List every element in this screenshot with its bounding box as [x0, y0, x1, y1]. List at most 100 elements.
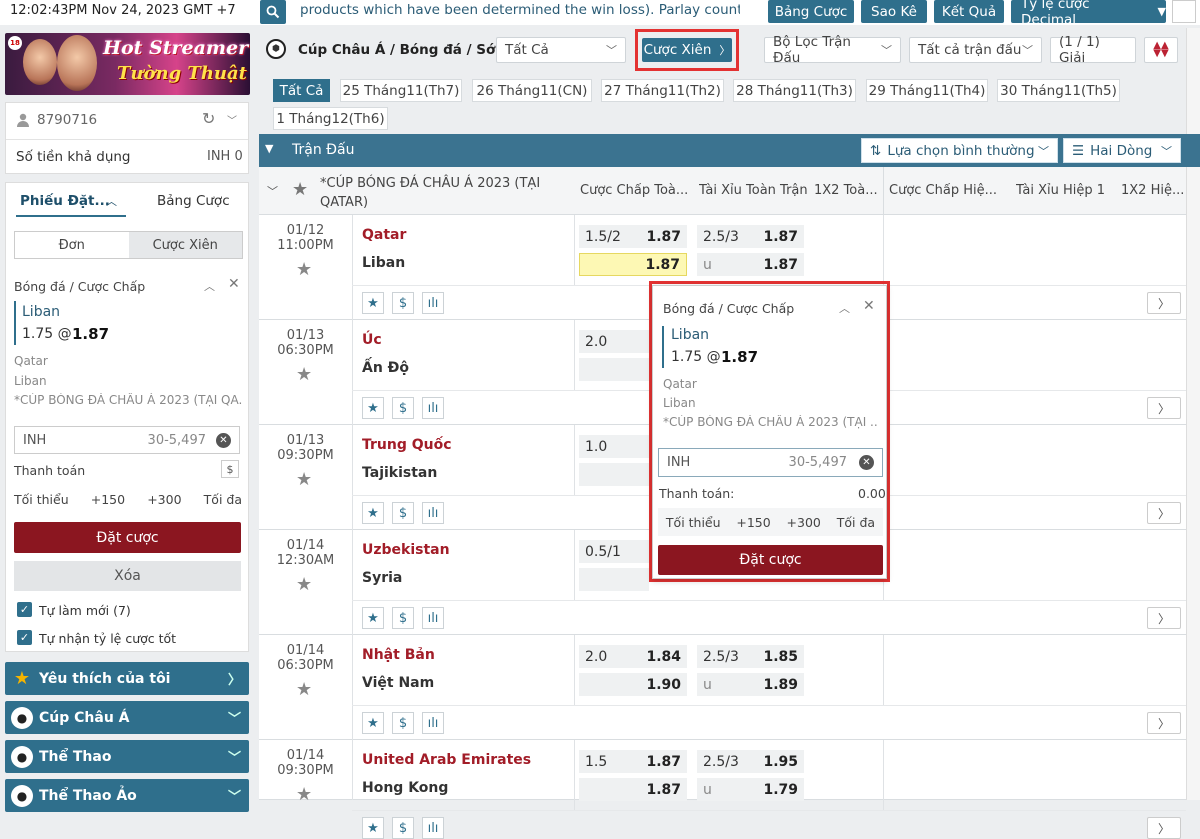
view-mode-dropdown[interactable]: ⇅ Lựa chọn bình thường ﹀: [861, 138, 1058, 163]
more-markets-button[interactable]: 〉: [1147, 712, 1181, 734]
star-icon[interactable]: ★: [292, 179, 308, 200]
bet-info-button[interactable]: $: [392, 712, 414, 734]
stats-button[interactable]: ılı: [422, 502, 444, 524]
star-icon[interactable]: ★: [296, 469, 312, 490]
bet-info-button[interactable]: $: [392, 502, 414, 524]
promo-banner[interactable]: 18 Hot Streamer Tường Thuật: [5, 33, 250, 95]
date-tab-nov30[interactable]: 30 Tháng11(Th5): [997, 79, 1120, 102]
more-markets-button[interactable]: 〉: [1147, 502, 1181, 524]
accept-better-odds-checkbox[interactable]: ✓: [17, 630, 32, 645]
odd-handicap-away[interactable]: 1.90: [579, 673, 687, 696]
chevron-up-icon[interactable]: ︿: [106, 193, 117, 209]
odd-under[interactable]: u 1.89: [697, 673, 804, 696]
odd-handicap-home[interactable]: 2.0: [579, 330, 649, 353]
favorite-star-button[interactable]: ★: [362, 502, 384, 524]
search-button[interactable]: [260, 0, 286, 24]
single-bet-toggle[interactable]: Đơn: [15, 232, 129, 258]
odd-handicap-away[interactable]: 1.87: [579, 778, 687, 801]
star-icon[interactable]: ★: [296, 259, 312, 280]
clear-button[interactable]: Xóa: [14, 561, 241, 591]
date-tab-nov27[interactable]: 27 Tháng11(Th2): [601, 79, 724, 102]
tab-bet-slip[interactable]: Phiếu Đặt...: [20, 193, 110, 209]
nav-asian-cup[interactable]: ● Cúp Châu Á ﹀: [5, 701, 249, 734]
nav-virtual-sports[interactable]: ● Thể Thao Ảo ﹀: [5, 779, 249, 812]
auto-refresh-checkbox[interactable]: ✓: [17, 602, 32, 617]
more-markets-button[interactable]: 〉: [1147, 607, 1181, 629]
chevron-up-icon[interactable]: ︿: [839, 300, 850, 316]
odd-handicap-away[interactable]: [579, 463, 649, 486]
popup-quick-stake-min[interactable]: Tối thiểu: [666, 515, 721, 530]
clear-input-icon[interactable]: ✕: [216, 432, 231, 448]
stats-button[interactable]: ılı: [422, 397, 444, 419]
favorite-star-button[interactable]: ★: [362, 712, 384, 734]
odd-handicap-home[interactable]: 1.5 1.87: [579, 750, 687, 773]
market-filter-dropdown[interactable]: Tất Cả ﹀: [496, 37, 626, 63]
bet-list-button[interactable]: Bảng Cược: [768, 0, 854, 23]
stats-button[interactable]: ılı: [422, 607, 444, 629]
popup-quick-stake-150[interactable]: +150: [736, 515, 770, 530]
more-markets-button[interactable]: 〉: [1147, 292, 1181, 314]
date-tab-all[interactable]: Tất Cả: [273, 79, 330, 102]
favorite-star-button[interactable]: ★: [362, 607, 384, 629]
date-tab-nov28[interactable]: 28 Tháng11(Th3): [733, 79, 856, 102]
bet-info-button[interactable]: $: [392, 292, 414, 314]
parlay-bet-toggle[interactable]: Cược Xiên: [128, 232, 242, 258]
favorite-star-button[interactable]: ★: [362, 817, 384, 839]
favorite-star-button[interactable]: ★: [362, 397, 384, 419]
refresh-icon[interactable]: ↻: [202, 109, 215, 128]
odd-under[interactable]: u 1.79: [697, 778, 804, 801]
match-filter-dropdown[interactable]: Bộ Lọc Trận Đấu ﹀: [764, 34, 901, 66]
date-tab-nov25[interactable]: 25 Tháng11(Th7): [340, 79, 462, 102]
place-bet-button[interactable]: Đặt cược: [14, 522, 241, 553]
close-icon[interactable]: ✕: [228, 276, 240, 292]
close-icon[interactable]: ✕: [863, 298, 875, 314]
star-icon[interactable]: ★: [296, 784, 312, 805]
odd-handicap-home[interactable]: 0.5/1: [579, 540, 649, 563]
star-icon[interactable]: ★: [296, 679, 312, 700]
quick-stake-max[interactable]: Tối đa: [204, 492, 242, 507]
popup-stake-input[interactable]: INH 30-5,497 ✕: [658, 448, 883, 477]
quick-stake-300[interactable]: +300: [147, 492, 181, 507]
more-markets-button[interactable]: 〉: [1147, 397, 1181, 419]
popup-place-bet-button[interactable]: Đặt cược: [658, 545, 883, 575]
date-tab-dec1[interactable]: 1 Tháng12(Th6): [273, 107, 388, 130]
chevron-up-icon[interactable]: ︿: [204, 278, 215, 294]
stats-button[interactable]: ılı: [422, 712, 444, 734]
odd-handicap-away[interactable]: [579, 358, 649, 381]
quick-stake-150[interactable]: +150: [91, 492, 125, 507]
date-tab-nov26[interactable]: 26 Tháng11(CN): [472, 79, 592, 102]
bet-info-button[interactable]: $: [392, 607, 414, 629]
star-icon[interactable]: ★: [296, 364, 312, 385]
odd-over[interactable]: 2.5/3 1.95: [697, 750, 804, 773]
favorite-star-button[interactable]: ★: [362, 292, 384, 314]
odd-handicap-home[interactable]: 2.0 1.84: [579, 645, 687, 668]
bet-info-button[interactable]: $: [392, 397, 414, 419]
chevron-down-icon[interactable]: ▼: [265, 142, 273, 155]
sort-button[interactable]: ▲▲ ▼▼: [1144, 37, 1178, 63]
parlay-button[interactable]: Cược Xiên 〉: [642, 38, 732, 62]
nav-favorites[interactable]: ★ Yêu thích của tôi 〉: [5, 662, 249, 695]
chevron-down-icon[interactable]: ﹀: [267, 183, 278, 199]
tab-bet-list[interactable]: Bảng Cược: [157, 193, 230, 209]
statement-button[interactable]: Sao Kê: [861, 0, 927, 23]
clear-input-icon[interactable]: ✕: [859, 455, 874, 470]
odd-under[interactable]: u 1.87: [697, 253, 804, 276]
odd-over[interactable]: 2.5/3 1.85: [697, 645, 804, 668]
odd-handicap-away[interactable]: [579, 568, 649, 591]
popup-quick-stake-300[interactable]: +300: [787, 515, 821, 530]
all-matches-dropdown[interactable]: Tất cả trận đấu ﹀: [909, 37, 1042, 63]
popup-quick-stake-max[interactable]: Tối đa: [837, 515, 875, 530]
quick-stake-min[interactable]: Tối thiểu: [14, 492, 69, 507]
odd-over[interactable]: 2.5/3 1.87: [697, 225, 804, 248]
results-button[interactable]: Kết Quả: [934, 0, 1004, 23]
more-markets-button[interactable]: 〉: [1147, 817, 1181, 839]
odd-handicap-home[interactable]: 1.5/2 1.87: [579, 225, 687, 248]
chevron-down-icon[interactable]: ﹀: [227, 112, 237, 127]
date-tab-nov29[interactable]: 29 Tháng11(Th4): [866, 79, 988, 102]
odds-format-dropdown[interactable]: Tỷ lệ cược Decimal ▼: [1011, 0, 1166, 28]
league-selector[interactable]: (1 / 1) Giải: [1050, 34, 1136, 66]
nav-sports[interactable]: ● Thể Thao ﹀: [5, 740, 249, 773]
line-mode-dropdown[interactable]: ☰ Hai Dòng ﹀: [1063, 138, 1181, 163]
odd-handicap-away[interactable]: 1.87: [579, 253, 687, 276]
star-icon[interactable]: ★: [296, 574, 312, 595]
